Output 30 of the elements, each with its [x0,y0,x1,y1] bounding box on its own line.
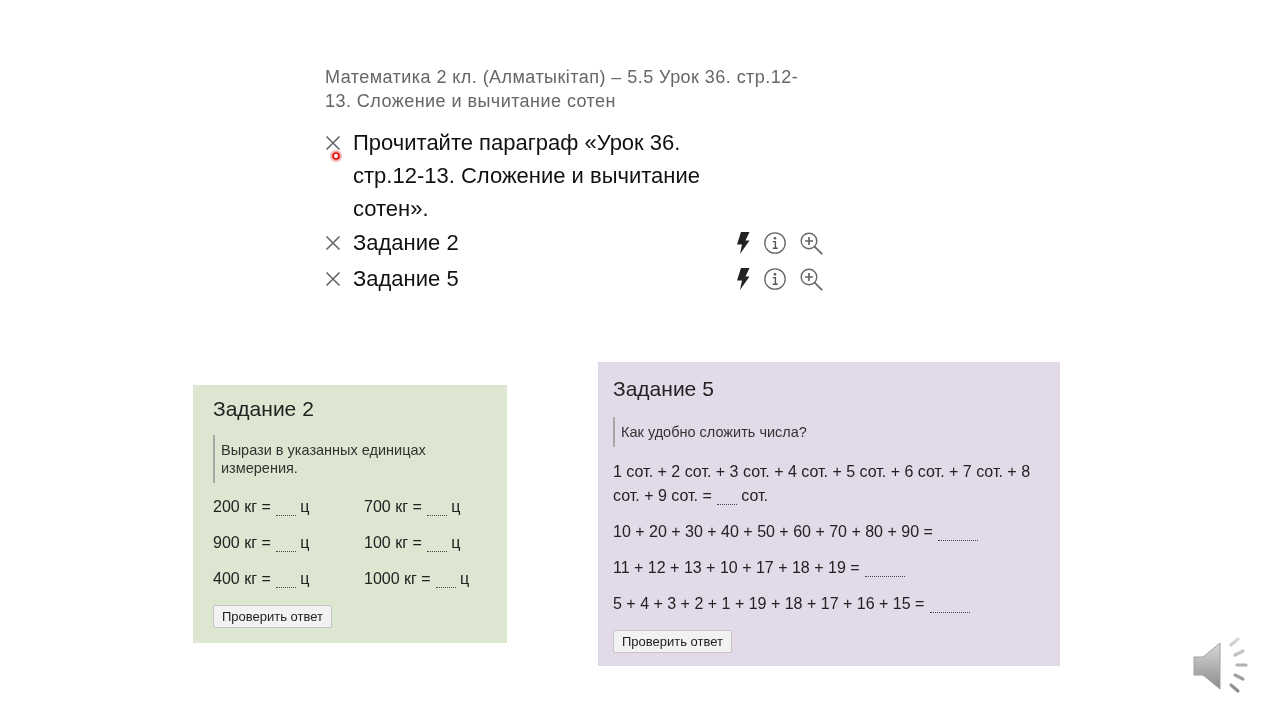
zoom-in-icon[interactable] [800,267,823,291]
card-title: Задание 5 [613,376,715,402]
task-link[interactable]: Задание 5 [353,261,736,297]
reading-task-text: Прочитайте параграф «Урок 36. стр.12-13. Сложение и вычитание сотен». [353,129,701,223]
equation-text: 100 кг = ц [364,533,461,554]
equation-text: 900 кг = ц [213,533,310,554]
equation-text: 400 кг = ц [213,569,310,590]
zoom-in-icon[interactable] [800,231,823,255]
equation-text: 1 сот. + 2 сот. + 3 сот. + 4 сот. + 5 сот. + 6 сот. + 7 сот. + 8 сот. + 9 сот. = сот. [613,462,1032,507]
info-icon[interactable] [764,268,786,290]
check-answer-button[interactable]: Проверить ответ [213,605,333,628]
cross-icon [325,135,341,151]
cross-icon [325,235,341,251]
card-title: Задание 2 [213,396,315,422]
equation-text: 5 + 4 + 3 + 2 + 1 + 19 + 18 + 17 + 16 + 15 = [613,592,974,616]
pointer-dot-icon [330,150,342,162]
cross-icon [325,271,341,287]
equation-text: 1000 кг = ц [364,569,470,590]
lesson-title: Математика 2 кл. (Алматыкітап) – 5.5 Урок 36. стр.12-13. Сложение и вычитание сотен [325,66,800,113]
check-answer-button[interactable]: Проверить ответ [613,630,733,653]
equation-text: 10 + 20 + 30 + 40 + 50 + 60 + 70 + 80 + 90 = [613,520,983,544]
task-prompt: Вырази в указанных единицах измерения. [213,435,487,483]
task-prompt: Как удобно сложить числа? [613,417,1045,447]
lightning-icon[interactable] [736,268,750,290]
equation-text: 200 кг = ц [213,497,310,518]
task-link[interactable]: Задание 2 [353,225,736,261]
lightning-icon[interactable] [736,232,750,254]
equation-text: 700 кг = ц [364,497,461,518]
equation-text: 11 + 12 + 13 + 10 + 17 + 18 + 19 = [613,556,910,580]
info-icon[interactable] [764,232,786,254]
